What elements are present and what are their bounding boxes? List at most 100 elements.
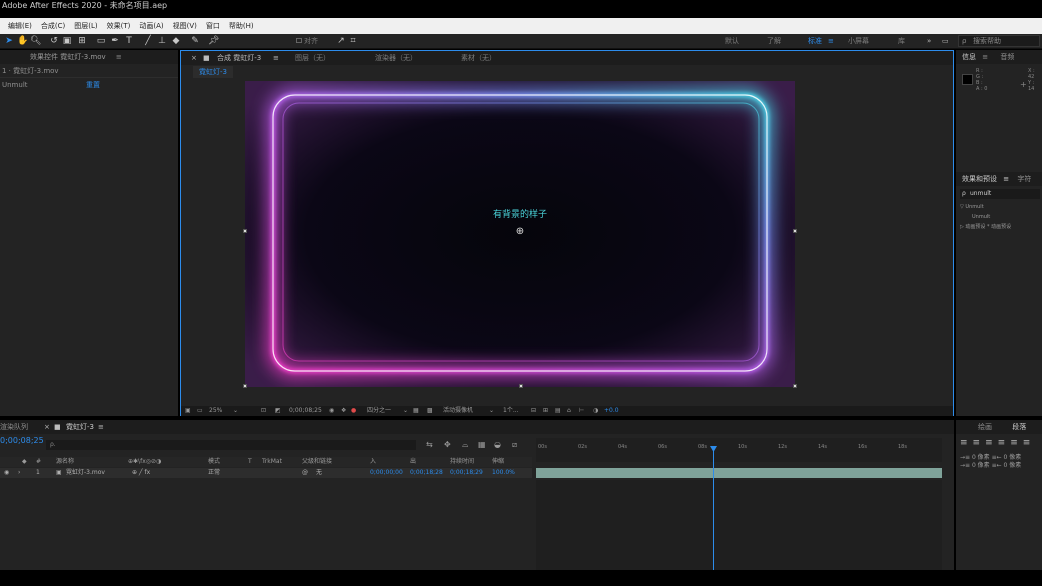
pan-behind-tool-icon[interactable]: ⊞ [77, 36, 87, 46]
expand-triangle-icon[interactable]: › [18, 468, 20, 478]
menu-layer[interactable]: 图层(L) [74, 21, 97, 31]
composition-canvas[interactable]: 有背景的样子 ⊕ [245, 81, 795, 387]
layer-stretch[interactable]: 100.0% [492, 468, 515, 478]
layer-mode-dropdown[interactable]: 正常 [208, 468, 220, 478]
tab-layer[interactable]: 图层（无） [295, 51, 330, 65]
type-tool-icon[interactable]: T [124, 36, 134, 46]
lock-icon[interactable]: ■ [54, 420, 61, 434]
workspace-default[interactable]: 默认 [725, 35, 739, 48]
menu-window[interactable]: 窗口 [206, 21, 220, 31]
time-ruler[interactable]: 00s 02s 04s 06s 08s 10s 12s 14s 16s 18s [536, 438, 942, 462]
tab-character[interactable]: 字符 [1017, 175, 1031, 183]
node-icon[interactable]: ⊢ [579, 406, 584, 416]
current-time-display[interactable]: 0;00;08;25 [0, 436, 44, 445]
col-parent[interactable]: 父级和链接 [302, 457, 332, 467]
col-duration[interactable]: 持续时间 [450, 457, 474, 467]
sync-icon[interactable]: ▭ [942, 35, 949, 48]
workspace-menu-icon[interactable]: ≡ [828, 35, 834, 48]
monitor-icon[interactable]: ▭ [197, 406, 203, 416]
help-search-input[interactable]: ρ 搜索帮助 [958, 35, 1040, 47]
effect-reset-link[interactable]: 重置 [86, 80, 100, 90]
panel-menu-icon[interactable]: ≡ [982, 53, 988, 61]
parent-pickwhip-icon[interactable]: @ [302, 468, 308, 478]
indent-row[interactable]: →≡ 0 像素 ≡← 0 像素 [960, 454, 1021, 462]
panel-menu-icon[interactable]: ≡ [116, 53, 122, 61]
effect-row[interactable]: Unmult 重置 [0, 80, 178, 90]
menu-edit[interactable]: 编辑(E) [8, 21, 32, 31]
layer-duration-bar[interactable] [536, 468, 942, 478]
resolution-dropdown[interactable]: 四分之一 [367, 406, 391, 416]
tab-effects-presets[interactable]: 效果和预设 [962, 175, 997, 183]
layer-switch-icon[interactable]: ⊕ ╱ fx [132, 468, 150, 478]
col-out[interactable]: 出 [410, 457, 416, 467]
layer-name[interactable]: 霓虹灯-3.mov [66, 468, 105, 478]
tab-render[interactable]: 渲染器（无） [375, 51, 417, 65]
exposure-icon[interactable]: ◑ [593, 406, 598, 416]
col-in[interactable]: 入 [370, 457, 376, 467]
justify-right-icon[interactable]: ≡ [1023, 438, 1036, 448]
tree-item-unmult[interactable]: Unmult [960, 212, 1011, 222]
eraser-tool-icon[interactable]: ◆ [171, 36, 181, 46]
tab-info[interactable]: 信息 [962, 53, 976, 61]
comp-mini-flowchart-icon[interactable]: ⇆ [426, 440, 433, 449]
transparency-grid-icon[interactable]: ▩ [427, 406, 433, 416]
lock-icon[interactable]: ■ [203, 51, 210, 65]
effect-controls-tab[interactable]: 效果控件 霓虹灯-3.mov ≡ [0, 50, 178, 64]
tab-paragraph[interactable]: 段落 [1012, 423, 1026, 431]
workspace-small-screen[interactable]: 小屏幕 [848, 35, 869, 48]
layer-out[interactable]: 0;00;18;28 [410, 468, 443, 478]
close-icon[interactable]: × [191, 51, 197, 65]
menu-view[interactable]: 视图(V) [173, 21, 197, 31]
workspace-learn[interactable]: 了解 [767, 35, 781, 48]
menu-effect[interactable]: 效果(T) [107, 21, 131, 31]
timeline-link-icon[interactable]: ▤ [555, 406, 561, 416]
transform-handle-bottom[interactable] [519, 384, 523, 388]
playhead-line[interactable] [713, 446, 714, 570]
menu-animation[interactable]: 动画(A) [139, 21, 163, 31]
roto-brush-tool-icon[interactable]: ✎ [190, 36, 200, 46]
comp-flowchart-icon[interactable]: ⌂ [567, 406, 571, 416]
tab-paint[interactable]: 绘画 [978, 423, 992, 431]
timeline-search-input[interactable]: ρ. [46, 440, 416, 450]
tab-comp-timeline[interactable]: 霓虹灯-3 [66, 420, 94, 434]
tab-audio[interactable]: 音频 [1000, 53, 1014, 61]
selection-tool-icon[interactable]: ➤ [4, 36, 14, 46]
fast-preview-icon[interactable]: ▦ [413, 406, 419, 416]
menu-composition[interactable]: 合成(C) [41, 21, 65, 31]
timecode-display[interactable]: 0;00;08;25 [289, 406, 322, 416]
show-snapshot-icon[interactable]: ❖ [341, 406, 346, 416]
transform-handle-bottom-right[interactable] [793, 384, 797, 388]
zoom-dropdown[interactable]: 25% [209, 406, 222, 416]
comp-tab-active[interactable]: 合成 霓虹灯-3 [217, 51, 261, 65]
layer-parent-dropdown[interactable]: 无 [316, 468, 322, 478]
col-t[interactable]: T [248, 457, 252, 467]
eye-icon[interactable]: ◉ [4, 468, 9, 478]
frame-blend-icon[interactable]: ▦ [478, 440, 486, 449]
justify-center-icon[interactable]: ≡ [1010, 438, 1023, 448]
transform-handle-bottom-left[interactable] [243, 384, 247, 388]
layer-row[interactable]: ◉ › 1 ▣ 霓虹灯-3.mov ⊕ ╱ fx 正常 @ 无 0;00;00;… [0, 468, 532, 478]
tree-folder-unmult[interactable]: ▽ Unmult [960, 202, 1011, 212]
shy-icon[interactable]: ⌓ [462, 440, 468, 450]
col-source-name[interactable]: 源名称 [56, 457, 74, 467]
effects-search-input[interactable]: ρ unmult [960, 189, 1040, 199]
camera-tool-icon[interactable]: ▣ [62, 36, 72, 46]
col-trkmat[interactable]: TrkMat [262, 457, 282, 467]
more-workspaces-icon[interactable]: » [927, 35, 931, 48]
justify-left-icon[interactable]: ≡ [998, 438, 1011, 448]
mask-icon[interactable]: ◩ [275, 406, 281, 416]
pen-tool-icon[interactable]: ✒ [110, 36, 120, 46]
exposure-value[interactable]: +0.0 [604, 406, 619, 416]
align-center-icon[interactable]: ≡ [973, 438, 986, 448]
spacing-row[interactable]: →≡ 0 像素 ≡← 0 像素 [960, 462, 1021, 470]
anchor-point-icon[interactable]: ⊕ [515, 227, 525, 237]
col-mode[interactable]: 模式 [208, 457, 220, 467]
rotate-tool-icon[interactable]: ↺ [49, 36, 59, 46]
transform-handle-right[interactable] [793, 229, 797, 233]
workspace-library[interactable]: 库 [898, 35, 905, 48]
panel-menu-icon[interactable]: ≡ [98, 420, 104, 434]
draft-3d-icon[interactable]: ✥ [444, 440, 451, 449]
snapshot-icon[interactable]: ◉ [329, 406, 334, 416]
always-preview-icon[interactable]: ▣ [185, 406, 191, 416]
region-of-interest-icon[interactable]: ⊡ [261, 406, 266, 416]
